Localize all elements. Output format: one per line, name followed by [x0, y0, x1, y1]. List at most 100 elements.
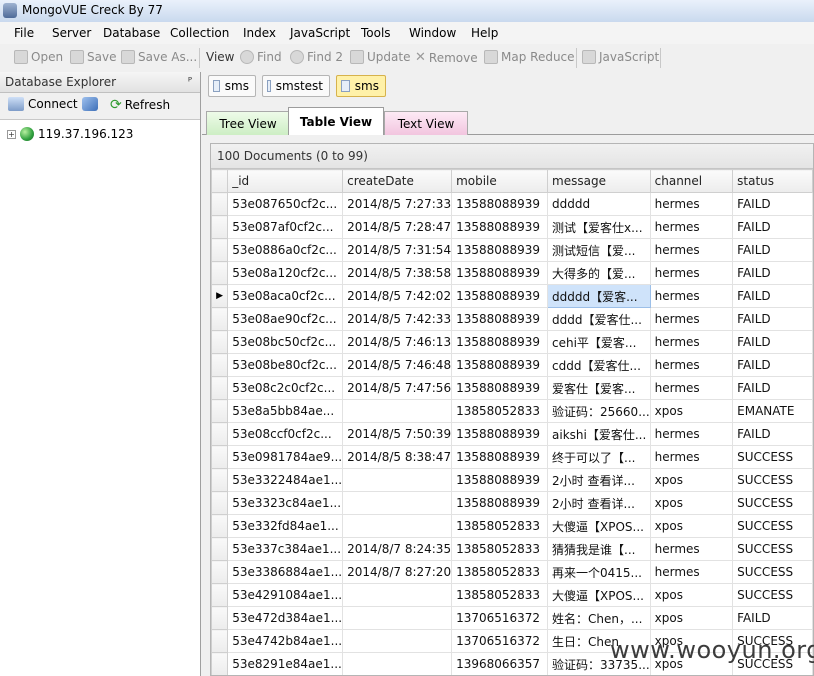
table-cell-mobile[interactable]: 13706516372	[451, 629, 549, 653]
table-cell-createdate[interactable]: 2014/8/5 7:42:33	[342, 307, 453, 331]
table-cell-status[interactable]: FAILD	[732, 606, 813, 630]
table-cell-mobile[interactable]: 13588088939	[451, 468, 549, 492]
tab-text-view[interactable]: Text View	[384, 111, 468, 135]
table-row[interactable]: 53e472d384ae1... 13706516372 姓名：Chen，... xp…	[211, 606, 813, 630]
javascript-button[interactable]: JavaScript	[582, 50, 659, 64]
table-cell-createdate[interactable]: 2014/8/5 8:38:47	[342, 445, 453, 469]
table-cell-message[interactable]: 大得多的【爱...	[547, 261, 651, 285]
table-cell-status[interactable]: SUCCESS	[732, 445, 813, 469]
table-row[interactable]: 53e087af0cf2c... 2014/8/5 7:28:47 13588088…	[211, 215, 813, 239]
map-reduce-button[interactable]: Map Reduce	[484, 50, 575, 64]
connect-button[interactable]: Connect	[8, 97, 78, 111]
table-cell-message[interactable]: 2小时 查看详...	[547, 491, 651, 515]
menu-tools[interactable]: Tools	[361, 26, 391, 40]
table-cell-id[interactable]: 53e0981784ae9...	[227, 445, 344, 469]
table-cell-createdate[interactable]: 2014/8/5 7:50:39	[342, 422, 453, 446]
table-cell-channel[interactable]: hermes	[649, 284, 734, 308]
table-cell-createdate[interactable]: 2014/8/5 7:28:47	[342, 215, 453, 239]
table-cell-mobile[interactable]: 13858052833	[451, 583, 549, 607]
open-button[interactable]: Open	[14, 50, 63, 64]
table-cell-channel[interactable]: hermes	[649, 192, 734, 216]
table-cell-channel[interactable]: xpos	[649, 583, 734, 607]
table-row[interactable]: ▶ 53e08aca0cf2c... 2014/8/5 7:42:02 1358808…	[211, 284, 813, 308]
table-cell-status[interactable]: SUCCESS	[732, 468, 813, 492]
row-selector[interactable]	[211, 330, 229, 354]
table-row[interactable]: 53e4291084ae1... 13858052833 大傻逼【XPOS... xp…	[211, 583, 813, 607]
table-cell-status[interactable]: SUCCESS	[732, 491, 813, 515]
column-header-id[interactable]: _id	[227, 169, 344, 193]
column-header-mobile[interactable]: mobile	[451, 169, 549, 193]
table-cell-mobile[interactable]: 13588088939	[451, 284, 549, 308]
table-cell-createdate[interactable]: 2014/8/5 7:42:02	[342, 284, 453, 308]
table-cell-channel[interactable]: xpos	[649, 514, 734, 538]
table-cell-channel[interactable]: hermes	[649, 330, 734, 354]
table-cell-status[interactable]: SUCCESS	[732, 560, 813, 584]
row-selector[interactable]	[211, 353, 229, 377]
row-selector[interactable]	[211, 491, 229, 515]
table-cell-createdate[interactable]: 2014/8/5 7:46:48	[342, 353, 453, 377]
table-cell-mobile[interactable]: 13588088939	[451, 353, 549, 377]
table-cell-id[interactable]: 53e08bc50cf2c...	[227, 330, 344, 354]
table-cell-id[interactable]: 53e337c384ae1...	[227, 537, 344, 561]
row-selector[interactable]	[211, 560, 229, 584]
table-cell-channel[interactable]: hermes	[649, 261, 734, 285]
table-cell-message[interactable]: 测试【爱客仕x...	[547, 215, 651, 239]
find-button[interactable]: Find	[240, 50, 282, 64]
table-cell-id[interactable]: 53e3322484ae1...	[227, 468, 344, 492]
table-row[interactable]: 53e0981784ae9... 2014/8/5 8:38:47 13588088…	[211, 445, 813, 469]
collection-tab-sms-active[interactable]: sms	[336, 75, 386, 97]
table-cell-mobile[interactable]: 13858052833	[451, 514, 549, 538]
table-cell-createdate[interactable]: 2014/8/5 7:47:56	[342, 376, 453, 400]
table-row[interactable]: 53e8a5bb84ae... 13858052833 验证码：25660... xp…	[211, 399, 813, 423]
find2-button[interactable]: Find 2	[290, 50, 343, 64]
row-selector[interactable]	[211, 629, 229, 653]
table-cell-id[interactable]: 53e087af0cf2c...	[227, 215, 344, 239]
menu-help[interactable]: Help	[471, 26, 498, 40]
table-cell-channel[interactable]: hermes	[649, 445, 734, 469]
table-cell-status[interactable]: FAILD	[732, 422, 813, 446]
table-cell-channel[interactable]: xpos	[649, 468, 734, 492]
table-cell-createdate[interactable]: 2014/8/5 7:27:33	[342, 192, 453, 216]
table-cell-createdate[interactable]	[342, 583, 453, 607]
table-cell-status[interactable]: FAILD	[732, 215, 813, 239]
expand-icon[interactable]: +	[7, 129, 16, 139]
remove-button[interactable]: ✕ Remove	[415, 50, 478, 65]
table-cell-mobile[interactable]: 13588088939	[451, 307, 549, 331]
table-row[interactable]: 53e3386884ae1... 2014/8/7 8:27:20 13858052…	[211, 560, 813, 584]
table-cell-channel[interactable]: hermes	[649, 422, 734, 446]
row-selector[interactable]	[211, 215, 229, 239]
table-cell-createdate[interactable]	[342, 629, 453, 653]
menu-javascript[interactable]: JavaScript	[290, 26, 350, 40]
table-row[interactable]: 53e08bc50cf2c... 2014/8/5 7:46:13 13588088…	[211, 330, 813, 354]
table-cell-id[interactable]: 53e4291084ae1...	[227, 583, 344, 607]
table-cell-mobile[interactable]: 13858052833	[451, 537, 549, 561]
menu-file[interactable]: File	[14, 26, 34, 40]
column-header-status[interactable]: status	[732, 169, 813, 193]
row-selector[interactable]	[211, 422, 229, 446]
table-cell-mobile[interactable]: 13706516372	[451, 606, 549, 630]
table-cell-createdate[interactable]	[342, 514, 453, 538]
disconnect-button[interactable]	[82, 97, 102, 111]
table-cell-status[interactable]: EMANATE	[732, 399, 813, 423]
table-cell-channel[interactable]: hermes	[649, 376, 734, 400]
table-cell-mobile[interactable]: 13588088939	[451, 422, 549, 446]
table-cell-message[interactable]: cehi平【爱客...	[547, 330, 651, 354]
column-header-createdate[interactable]: createDate	[342, 169, 453, 193]
row-selector[interactable]	[211, 537, 229, 561]
table-cell-message[interactable]: 验证码：25660...	[547, 399, 651, 423]
menu-collection[interactable]: Collection	[170, 26, 229, 40]
table-cell-channel[interactable]: xpos	[649, 606, 734, 630]
table-row[interactable]: 53e0886a0cf2c... 2014/8/5 7:31:54 13588088…	[211, 238, 813, 262]
table-cell-message[interactable]: ddddd	[547, 192, 651, 216]
row-selector[interactable]	[211, 468, 229, 492]
table-cell-mobile[interactable]: 13968066357	[451, 652, 549, 675]
table-cell-status[interactable]: FAILD	[732, 192, 813, 216]
row-selector[interactable]	[211, 376, 229, 400]
table-cell-mobile[interactable]: 13588088939	[451, 238, 549, 262]
save-button[interactable]: Save	[70, 50, 116, 64]
collection-tab-sms[interactable]: sms	[208, 75, 256, 97]
table-cell-status[interactable]: FAILD	[732, 376, 813, 400]
view-button[interactable]: View	[206, 50, 234, 64]
update-button[interactable]: Update	[350, 50, 410, 64]
table-cell-status[interactable]: SUCCESS	[732, 583, 813, 607]
